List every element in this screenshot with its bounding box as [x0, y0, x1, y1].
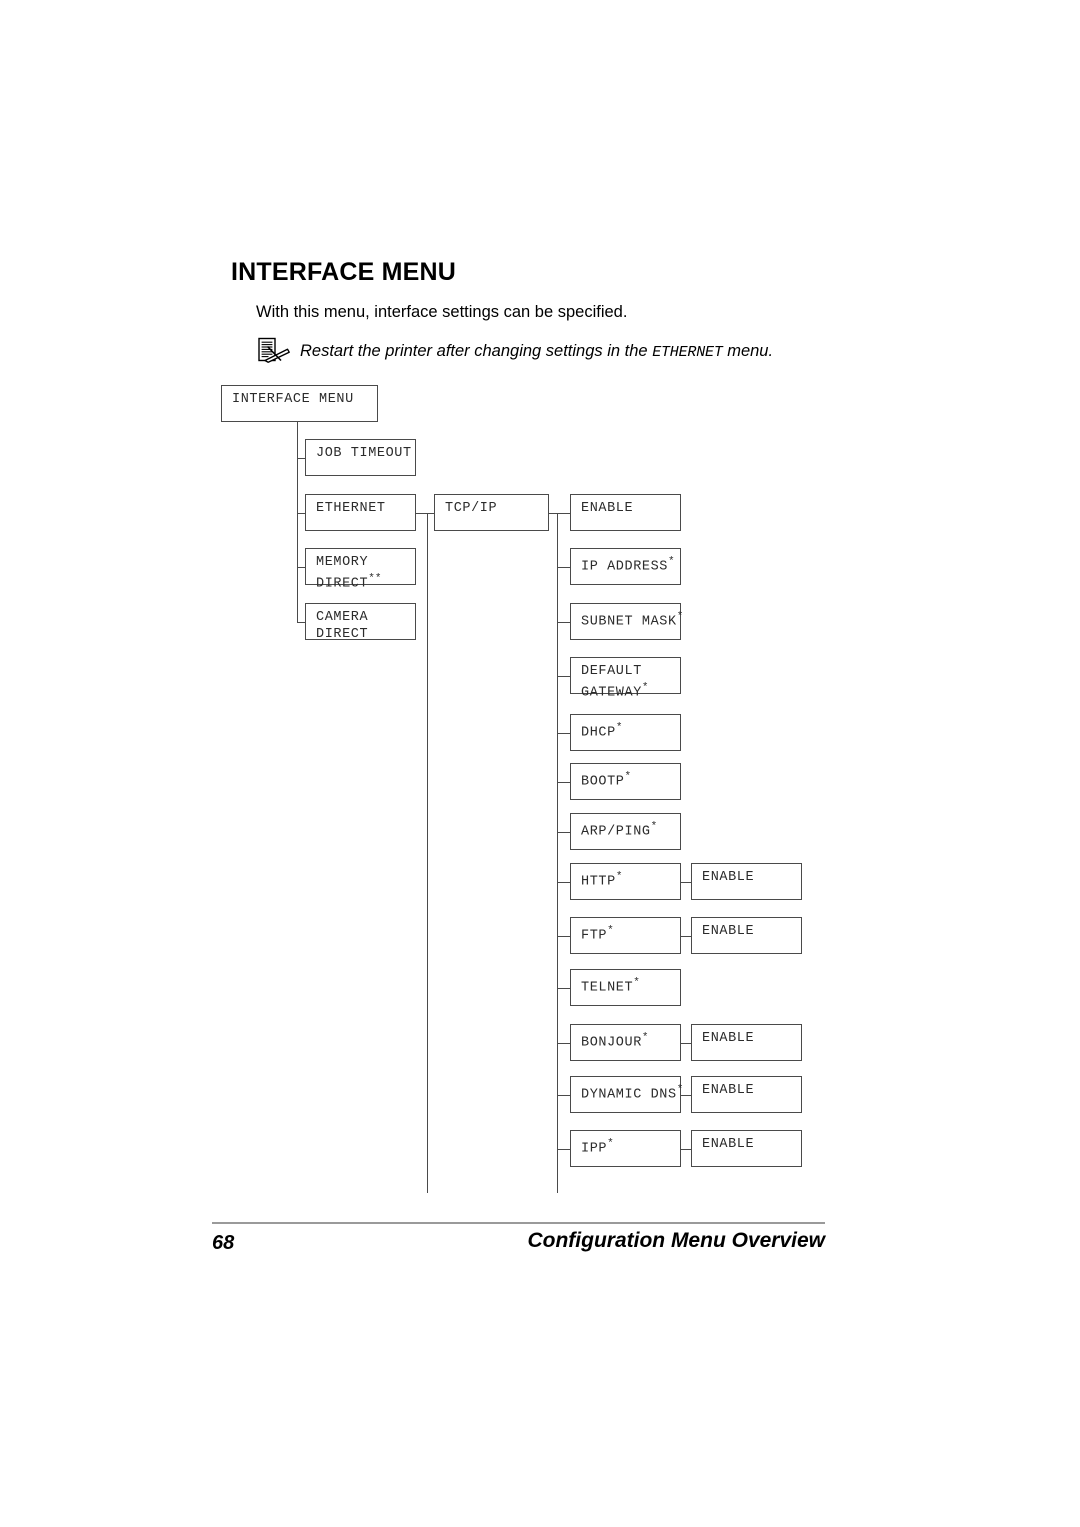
footnote-marker: *: [615, 871, 623, 883]
node-label: IP ADDRESS: [581, 559, 669, 575]
node-root-interface-menu[interactable]: INTERFACE MENU: [221, 385, 378, 422]
connector-tcpip-to-dynamic-dns: [557, 1094, 570, 1096]
node-label: ENABLE: [702, 870, 755, 885]
node-level1-ethernet[interactable]: ETHERNET: [305, 494, 416, 531]
node-level1-camera-direct[interactable]: CAMERA DIRECT: [305, 603, 416, 642]
node-level3-enable[interactable]: ENABLE: [570, 494, 681, 531]
node-level3-arp-ping[interactable]: ARP/PING*: [570, 813, 681, 850]
node-level3-http[interactable]: HTTP*: [570, 863, 681, 900]
node-label: TCP/IP: [445, 501, 498, 516]
connector-root-to-camera-direct: [297, 621, 305, 623]
footer-section-title: Configuration Menu Overview: [527, 1229, 825, 1252]
connector-ethernet-out: [416, 512, 427, 514]
connector-ftp-to-enable: [681, 935, 691, 937]
node-level3-ftp[interactable]: FTP*: [570, 917, 681, 954]
node-label: HTTP: [581, 874, 616, 890]
connector-tcpip-to-subnet-mask: [557, 621, 570, 623]
connector-http-to-enable: [681, 881, 691, 883]
footnote-marker: **: [368, 573, 382, 585]
node-label: ENABLE: [702, 1083, 755, 1098]
node-label: BOOTP: [581, 774, 625, 790]
connector-tcpip-to-ip-address: [557, 566, 570, 568]
node-level4-bonjour-enable[interactable]: ENABLE: [691, 1024, 802, 1061]
spine-ethernet: [427, 512, 429, 1193]
node-label: ARP/PING: [581, 824, 651, 840]
node-level4-ipp-enable[interactable]: ENABLE: [691, 1130, 802, 1167]
connector-root-to-ethernet: [297, 512, 305, 514]
node-label: ENABLE: [581, 501, 634, 516]
node-label: SUBNET MASK: [581, 614, 677, 630]
footnote-marker: *: [633, 977, 640, 989]
node-label: ENABLE: [702, 1137, 755, 1152]
node-label: TELNET: [581, 980, 634, 996]
spine-tcpip: [557, 512, 559, 1193]
footnote-marker: *: [607, 1138, 614, 1150]
connector-ethernet-to-tcp-ip: [427, 512, 434, 514]
connector-tcpip-to-dhcp: [557, 732, 570, 734]
node-label: FTP: [581, 928, 608, 944]
node-level3-dynamic-dns[interactable]: DYNAMIC DNS*: [570, 1076, 683, 1113]
footnote-marker: *: [641, 1032, 649, 1044]
node-level3-dhcp[interactable]: DHCP*: [570, 714, 681, 751]
node-level1-memory-direct[interactable]: MEMORY DIRECT**: [305, 548, 416, 592]
footnote-marker: *: [676, 611, 684, 623]
spine-root: [297, 422, 299, 622]
node-label: BONJOUR: [581, 1035, 642, 1051]
menu-tree-diagram: INTERFACE MENU JOB TIMEOUT ETHERNET MEMORY …: [0, 0, 1080, 1250]
node-level3-default-gateway[interactable]: DEFAULT GATEWAY*: [570, 657, 681, 701]
node-label: JOB TIMEOUT: [316, 446, 412, 461]
node-label: IPP: [581, 1141, 608, 1157]
node-level3-telnet[interactable]: TELNET*: [570, 969, 681, 1006]
connector-tcpip-to-ipp: [557, 1148, 570, 1150]
node-level3-subnet-mask[interactable]: SUBNET MASK*: [570, 603, 684, 640]
connector-tcpip-to-enable: [557, 512, 570, 514]
connector-root-to-job-timeout: [297, 457, 305, 459]
footnote-marker: *: [641, 682, 649, 694]
node-label: DEFAULT GATEWAY: [581, 664, 642, 701]
connector-dynamic-dns-to-enable: [681, 1094, 691, 1096]
node-level3-bonjour[interactable]: BONJOUR*: [570, 1024, 681, 1061]
connector-tcpip-out: [549, 512, 557, 514]
node-label: CAMERA DIRECT: [316, 610, 369, 642]
node-level4-ftp-enable[interactable]: ENABLE: [691, 917, 802, 954]
connector-tcpip-to-arp-ping: [557, 831, 570, 833]
footnote-marker: *: [668, 556, 675, 568]
node-level3-ipp[interactable]: IPP*: [570, 1130, 681, 1167]
footnote-marker: *: [615, 722, 623, 734]
node-level1-job-timeout[interactable]: JOB TIMEOUT: [305, 439, 416, 476]
connector-tcpip-to-telnet: [557, 987, 570, 989]
footer-divider: [212, 1222, 825, 1224]
node-label: INTERFACE MENU: [232, 392, 354, 407]
node-level4-dynamic-dns-enable[interactable]: ENABLE: [691, 1076, 802, 1113]
node-label: ENABLE: [702, 1031, 755, 1046]
node-level4-http-enable[interactable]: ENABLE: [691, 863, 802, 900]
node-level3-bootp[interactable]: BOOTP*: [570, 763, 681, 800]
connector-root-to-memory-direct: [297, 566, 305, 568]
footnote-marker: *: [607, 925, 614, 937]
connector-bonjour-to-enable: [681, 1042, 691, 1044]
node-label: DYNAMIC DNS: [581, 1087, 677, 1103]
node-level3-ip-address[interactable]: IP ADDRESS*: [570, 548, 681, 585]
node-label: DHCP: [581, 725, 616, 741]
connector-tcpip-to-http: [557, 881, 570, 883]
node-label: ETHERNET: [316, 501, 386, 516]
connector-tcpip-to-default-gateway: [557, 675, 570, 677]
connector-ipp-to-enable: [681, 1148, 691, 1150]
node-level2-tcp-ip[interactable]: TCP/IP: [434, 494, 549, 531]
node-label: MEMORY DIRECT: [316, 555, 369, 592]
connector-tcpip-to-bonjour: [557, 1042, 570, 1044]
footnote-marker: *: [624, 771, 632, 783]
document-page: INTERFACE MENU With this menu, interface…: [0, 0, 1080, 1527]
connector-tcpip-to-ftp: [557, 935, 570, 937]
footnote-marker: *: [650, 821, 658, 833]
node-label: ENABLE: [702, 924, 755, 939]
connector-tcpip-to-bootp: [557, 781, 570, 783]
footer-page-number: 68: [212, 1232, 235, 1254]
